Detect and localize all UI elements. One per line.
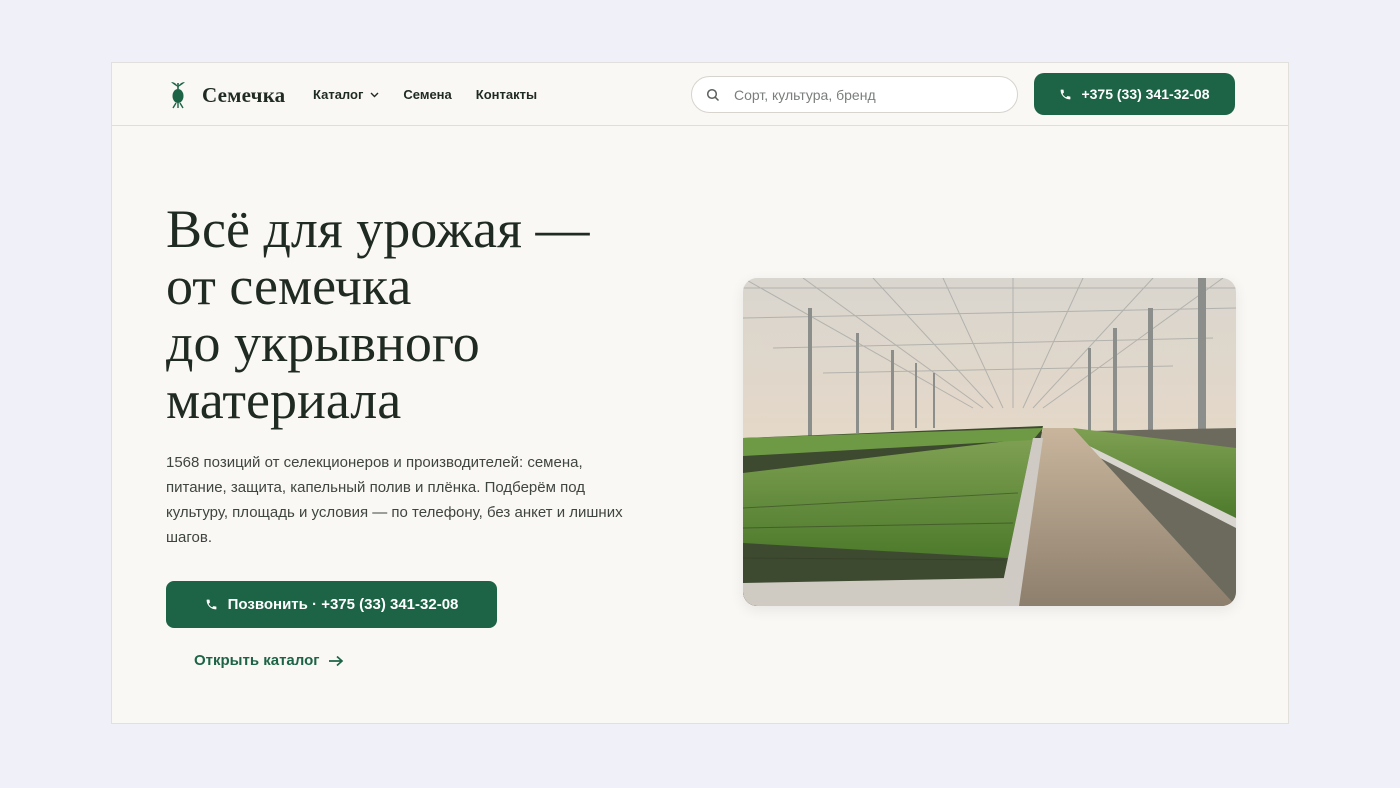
nav-item-contacts[interactable]: Контакты xyxy=(476,87,537,102)
hero-title: Всё для урожая — от семечка до укрывного… xyxy=(166,201,686,429)
nav-item-seeds[interactable]: Семена xyxy=(403,87,451,102)
sprout-logo-icon xyxy=(171,82,185,109)
call-button[interactable]: Позвонить · +375 (33) 341-32-08 xyxy=(166,581,497,628)
search-icon xyxy=(706,88,720,102)
main-nav: Каталог Семена Контакты xyxy=(313,87,561,102)
greenhouse-image xyxy=(743,278,1236,606)
brand-logo[interactable]: Семечка xyxy=(168,81,285,109)
open-catalog-label: Открыть каталог xyxy=(194,652,320,669)
brand-name: Семечка xyxy=(202,82,286,107)
nav-item-catalog[interactable]: Каталог xyxy=(313,87,379,102)
hero-title-line: Всё для урожая — xyxy=(166,199,590,259)
arrow-right-icon xyxy=(328,655,343,666)
call-button-label: Позвонить · +375 (33) 341-32-08 xyxy=(227,596,459,613)
header-phone-button[interactable]: +375 (33) 341-32-08 xyxy=(1034,73,1235,115)
page-frame: Семечка Каталог Семена Контакты Сорт, ку… xyxy=(111,62,1289,724)
site-header: Семечка Каталог Семена Контакты Сорт, ку… xyxy=(112,63,1288,126)
header-phone-label: +375 (33) 341-32-08 xyxy=(1081,86,1210,102)
phone-icon xyxy=(1061,89,1071,99)
nav-item-label: Семена xyxy=(403,87,452,102)
phone-icon xyxy=(206,599,216,610)
search-box xyxy=(691,76,1018,113)
nav-item-label: Контакты xyxy=(475,87,538,102)
nav-item-label: Каталог xyxy=(313,87,364,102)
search-input[interactable] xyxy=(734,77,1004,112)
hero-title-line: от семечка xyxy=(166,256,412,316)
hero-title-line: материала xyxy=(166,370,402,430)
open-catalog-link[interactable]: Открыть каталог xyxy=(194,652,344,669)
hero-title-line: до укрывного xyxy=(166,313,480,373)
hero-description: 1568 позиций от селекционеров и производ… xyxy=(166,454,623,546)
chevron-down-icon xyxy=(370,92,379,97)
